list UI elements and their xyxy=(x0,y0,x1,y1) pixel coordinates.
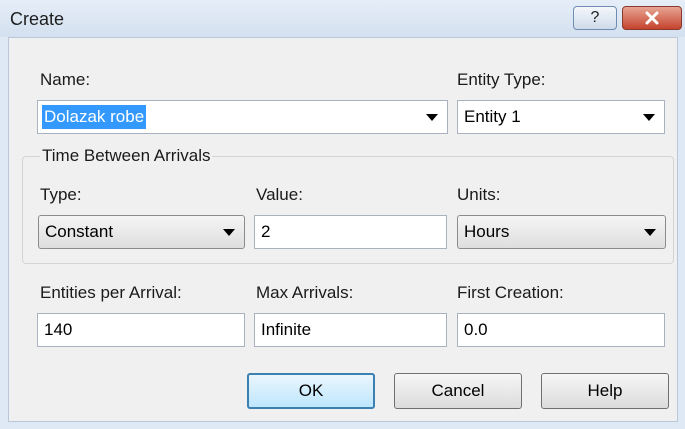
units-value: Hours xyxy=(464,222,510,241)
create-dialog: Create ? Name: Dolazak robe Entity Type:… xyxy=(0,0,685,429)
max-arrivals-input[interactable]: Infinite xyxy=(254,313,447,347)
help-icon: ? xyxy=(590,9,600,26)
value-input[interactable]: 2 xyxy=(254,215,447,249)
first-creation-value: 0.0 xyxy=(464,320,488,339)
close-button[interactable] xyxy=(622,6,682,30)
title-help-button[interactable]: ? xyxy=(573,6,617,30)
max-arrivals-value: Infinite xyxy=(261,320,312,339)
chevron-down-icon[interactable] xyxy=(643,113,655,121)
units-label: Units: xyxy=(457,185,501,204)
entity-type-combobox[interactable]: Entity 1 xyxy=(457,100,665,134)
cancel-button[interactable]: Cancel xyxy=(394,373,522,409)
entities-per-arrival-label: Entities per Arrival: xyxy=(40,283,182,302)
help-button[interactable]: Help xyxy=(541,373,669,409)
entities-per-arrival-input[interactable]: 140 xyxy=(37,313,245,347)
title-bar[interactable]: Create ? xyxy=(0,0,685,37)
value-text: 2 xyxy=(261,222,271,241)
units-dropdown[interactable]: Hours xyxy=(457,215,666,249)
entities-per-arrival-value: 140 xyxy=(44,320,73,339)
time-between-arrivals-title: Time Between Arrivals xyxy=(40,146,213,166)
max-arrivals-label: Max Arrivals: xyxy=(256,283,354,302)
type-label: Type: xyxy=(40,185,82,204)
first-creation-input[interactable]: 0.0 xyxy=(457,313,665,347)
window-title: Create xyxy=(10,9,65,29)
name-combobox[interactable]: Dolazak robe xyxy=(37,100,448,134)
first-creation-label: First Creation: xyxy=(457,283,564,302)
name-value: Dolazak robe xyxy=(42,105,147,129)
ok-button[interactable]: OK xyxy=(247,373,375,409)
type-dropdown[interactable]: Constant xyxy=(38,215,245,249)
type-value: Constant xyxy=(45,222,114,241)
name-label: Name: xyxy=(40,70,91,89)
entity-type-value: Entity 1 xyxy=(464,107,521,126)
chevron-down-icon[interactable] xyxy=(426,113,438,121)
chevron-down-icon xyxy=(644,228,656,236)
chevron-down-icon xyxy=(223,228,235,236)
entity-type-label: Entity Type: xyxy=(457,70,546,89)
close-icon xyxy=(645,11,659,25)
value-label: Value: xyxy=(256,185,303,204)
